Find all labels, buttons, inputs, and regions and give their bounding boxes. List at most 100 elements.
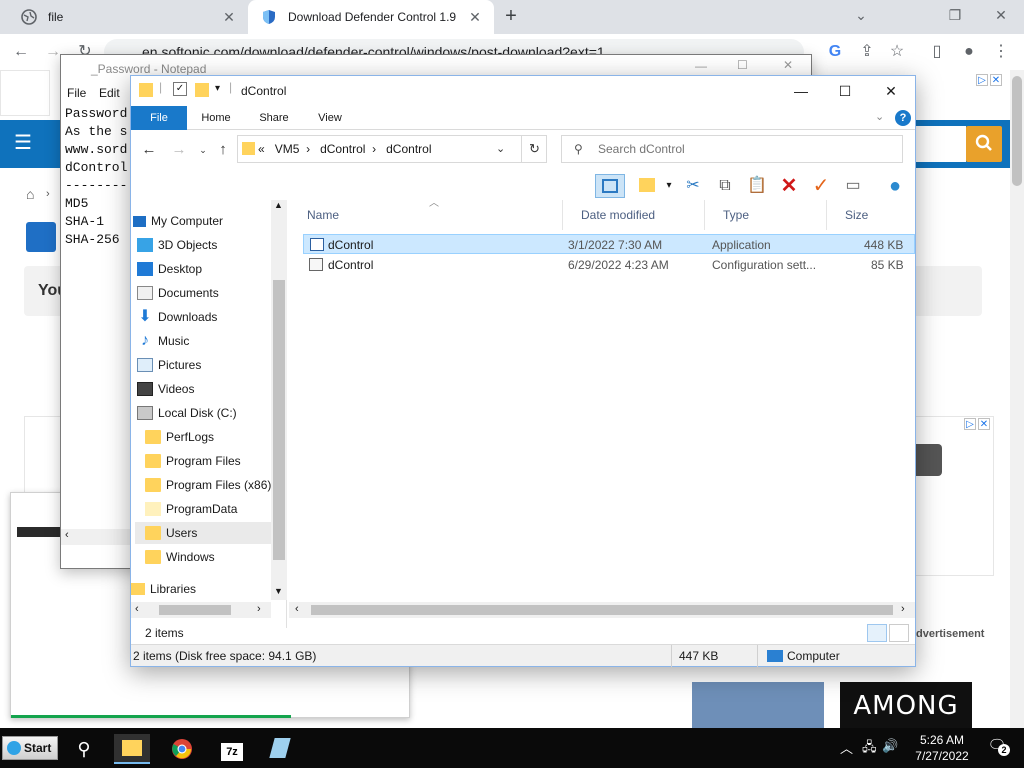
globe-icon[interactable]: ● bbox=[883, 174, 907, 198]
nav-hscrollbar[interactable]: ‹ › bbox=[131, 602, 271, 618]
details-pane-icon[interactable] bbox=[635, 174, 659, 198]
tab-close-icon[interactable]: ✕ bbox=[466, 9, 484, 26]
star-icon[interactable]: ☆ bbox=[886, 41, 908, 63]
chevron-up-icon[interactable]: ︿ bbox=[840, 738, 853, 757]
properties-icon[interactable]: ✓ bbox=[173, 82, 187, 96]
scroll-down-icon[interactable]: ▼ bbox=[274, 586, 283, 596]
search-icon[interactable]: ⚲ bbox=[66, 734, 102, 764]
tab-file[interactable]: File bbox=[131, 106, 187, 130]
paste-icon[interactable]: 📋 bbox=[745, 174, 769, 198]
notification-center-icon[interactable]: 🗨 2 bbox=[986, 736, 1010, 758]
column-header-date[interactable]: Date modified bbox=[563, 200, 705, 230]
notepad-text-area[interactable]: Password As the s www.sord dControl --------… bbox=[65, 105, 127, 249]
new-tab-button[interactable]: + bbox=[500, 6, 522, 28]
share-icon[interactable]: ⇪ bbox=[856, 41, 878, 63]
column-header-size[interactable]: Size bbox=[827, 200, 903, 230]
tab-close-icon[interactable]: ✕ bbox=[220, 9, 238, 26]
network-icon[interactable]: 🖧 bbox=[862, 738, 877, 760]
tab-view[interactable]: View bbox=[305, 106, 355, 130]
scroll-left-icon[interactable]: ‹ bbox=[65, 529, 69, 541]
volume-icon[interactable]: 🔊 bbox=[882, 738, 898, 754]
game-thumbnail-pubg[interactable] bbox=[692, 682, 824, 730]
breadcrumb-dcontrol-parent[interactable]: dControl bbox=[320, 142, 365, 156]
list-hscrollbar-thumb[interactable] bbox=[311, 605, 893, 615]
nav-item-documents[interactable]: Documents bbox=[137, 282, 219, 304]
refresh-icon[interactable]: ↻ bbox=[521, 135, 547, 163]
sidepanel-icon[interactable]: ▯ bbox=[926, 41, 948, 63]
game-thumbnail-among-us[interactable]: AMONG US bbox=[840, 682, 972, 730]
nav-item-windows[interactable]: Windows bbox=[145, 546, 215, 568]
page-scrollbar[interactable] bbox=[1010, 70, 1024, 730]
home-icon[interactable]: ⌂ bbox=[26, 186, 34, 202]
explorer-close-button[interactable]: ✕ bbox=[871, 80, 911, 102]
help-button[interactable]: ? bbox=[895, 110, 911, 126]
taskbar-clock[interactable]: 5:26 AM 7/27/2022 bbox=[900, 732, 984, 764]
list-hscrollbar[interactable]: ‹ › bbox=[289, 602, 915, 618]
page-scrollbar-thumb[interactable] bbox=[1012, 76, 1022, 186]
cut-icon[interactable]: ✂ bbox=[681, 174, 705, 198]
nav-vscrollbar[interactable]: ▲ ▼ bbox=[271, 200, 287, 600]
ad-close-icon[interactable]: ✕ bbox=[990, 74, 1002, 86]
nav-item-3d-objects[interactable]: 3D Objects bbox=[137, 234, 217, 256]
explorer-maximize-button[interactable]: ☐ bbox=[825, 80, 865, 102]
nav-item-program-files-x86[interactable]: Program Files (x86) bbox=[145, 474, 271, 496]
explorer-titlebar[interactable]: | ✓ ▾ | dControl — ☐ ✕ bbox=[131, 76, 915, 106]
back-icon[interactable]: ← bbox=[139, 140, 159, 160]
copy-icon[interactable]: ⧉ bbox=[713, 174, 737, 198]
delete-icon[interactable]: ✕ bbox=[777, 174, 801, 198]
ad-choices-icon[interactable]: ▷ bbox=[976, 74, 988, 86]
site-search-button[interactable] bbox=[966, 126, 1002, 162]
notepad-minimize-button[interactable]: — bbox=[695, 59, 707, 73]
browser-restore-button[interactable]: ❐ bbox=[942, 4, 968, 26]
explorer-minimize-button[interactable]: — bbox=[781, 80, 821, 102]
nav-hscrollbar-thumb[interactable] bbox=[159, 605, 231, 615]
nav-item-users[interactable]: Users bbox=[135, 522, 271, 544]
nav-item-my-computer[interactable]: My Computer bbox=[133, 210, 223, 232]
chrome-taskbar-icon[interactable] bbox=[164, 734, 200, 764]
nav-item-program-files[interactable]: Program Files bbox=[145, 450, 241, 472]
nav-item-local-disk[interactable]: Local Disk (C:) bbox=[137, 402, 237, 424]
ad-choices-icon[interactable]: ▷ bbox=[964, 418, 976, 430]
nav-item-pictures[interactable]: Pictures bbox=[137, 354, 201, 376]
rename-icon[interactable]: ▭ bbox=[841, 174, 865, 198]
ad-banner-top[interactable] bbox=[0, 70, 50, 116]
notepad-menu-file[interactable]: File bbox=[67, 86, 86, 100]
nav-item-videos[interactable]: Videos bbox=[137, 378, 194, 400]
nav-item-programdata[interactable]: ProgramData bbox=[145, 498, 237, 520]
7zip-taskbar-icon[interactable]: 7z bbox=[214, 734, 250, 764]
file-explorer-taskbar-icon[interactable] bbox=[114, 734, 150, 764]
details-view-icon[interactable] bbox=[867, 624, 887, 642]
column-header-type[interactable]: Type bbox=[705, 200, 827, 230]
explorer-search-box[interactable]: ⚲ bbox=[561, 135, 903, 163]
browser-minimize-button[interactable]: ⌄ bbox=[848, 4, 874, 26]
scroll-left-icon[interactable]: ‹ bbox=[135, 603, 139, 615]
recent-locations-icon[interactable]: ⌄ bbox=[193, 140, 213, 160]
new-folder-icon[interactable] bbox=[195, 83, 209, 97]
scroll-up-icon[interactable]: ▲ bbox=[274, 200, 283, 210]
nav-vscrollbar-thumb[interactable] bbox=[273, 280, 285, 560]
search-input[interactable] bbox=[598, 141, 888, 157]
notepad-taskbar-icon[interactable] bbox=[262, 734, 298, 764]
back-icon[interactable]: ← bbox=[10, 41, 32, 63]
tab-share[interactable]: Share bbox=[249, 106, 299, 130]
profile-icon[interactable]: ● bbox=[958, 41, 980, 63]
notepad-menu-edit[interactable]: Edit bbox=[99, 86, 120, 100]
nav-item-libraries[interactable]: Libraries bbox=[131, 578, 196, 600]
browser-tab-download[interactable]: Download Defender Control 1.9 ✕ bbox=[248, 0, 494, 34]
explorer-address-bar[interactable]: « VM5 › dControl › dControl ⌄ bbox=[237, 135, 547, 163]
nav-item-downloads[interactable]: ⬇ Downloads bbox=[137, 306, 217, 328]
accept-icon[interactable]: ✓ bbox=[809, 174, 833, 198]
ad-button[interactable] bbox=[916, 444, 942, 476]
file-row-dcontrol-ini[interactable]: dControl 6/29/2022 4:23 AM Configuration… bbox=[303, 255, 915, 275]
file-row-dcontrol-exe[interactable]: dControl 3/1/2022 7:30 AM Application 44… bbox=[303, 234, 915, 254]
breadcrumb-separator-icon[interactable]: › bbox=[306, 142, 310, 156]
browser-tab-file[interactable]: file ✕ bbox=[8, 0, 248, 34]
address-dropdown-icon[interactable]: ⌄ bbox=[496, 142, 505, 155]
notepad-hscrollbar[interactable]: ‹ bbox=[61, 529, 131, 545]
scroll-right-icon[interactable]: › bbox=[901, 603, 905, 615]
browser-close-button[interactable]: ✕ bbox=[988, 4, 1014, 26]
column-header-name[interactable]: Name bbox=[289, 200, 563, 230]
notepad-close-button[interactable]: ✕ bbox=[783, 58, 793, 72]
ribbon-expand-icon[interactable]: ⌄ bbox=[875, 110, 884, 123]
nav-item-desktop[interactable]: Desktop bbox=[137, 258, 202, 280]
